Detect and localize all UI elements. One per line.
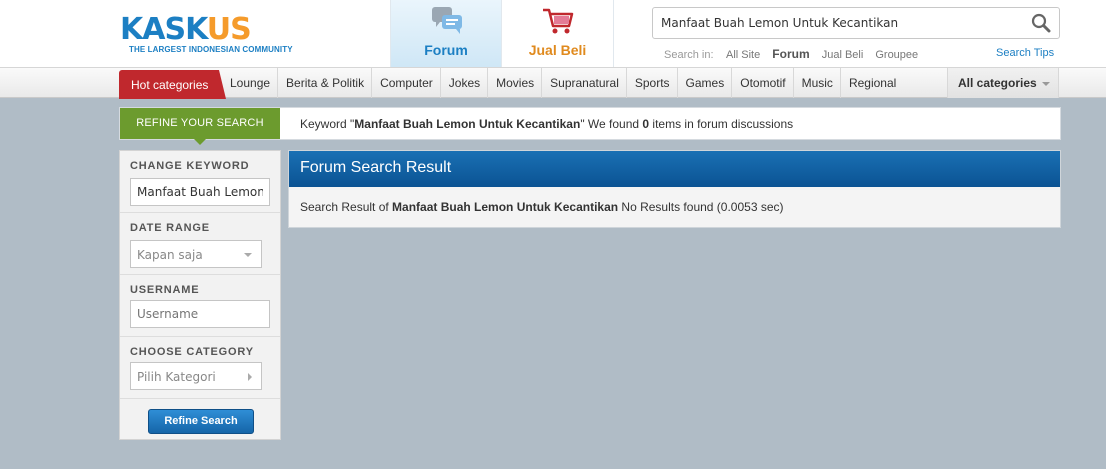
search-scope-all-site[interactable]: All Site [726, 49, 760, 61]
hot-categories-button[interactable]: Hot categories [119, 70, 226, 99]
logo-tagline: THE LARGEST INDONESIAN COMMUNITY [129, 45, 293, 54]
refine-your-search-tag: REFINE YOUR SEARCH [120, 108, 280, 145]
date-range-value: Kapan saja [137, 248, 203, 262]
search-scope-groupee[interactable]: Groupee [875, 49, 918, 61]
result-suffix: No Results found (0.0053 sec) [618, 200, 784, 214]
caret-down-icon [1041, 81, 1050, 86]
search-scope-forum[interactable]: Forum [772, 47, 809, 61]
tab-jual-beli[interactable]: Jual Beli [502, 0, 614, 67]
refine-bar: REFINE YOUR SEARCH Keyword "Manfaat Buah… [119, 107, 1061, 145]
search-input[interactable] [653, 8, 1023, 38]
result-prefix: Search Result of [300, 200, 393, 214]
category-nav: Hot categories Lounge Berita & Politik C… [0, 67, 1106, 99]
kaskus-logo[interactable]: KASKUS THE LARGEST INDONESIAN COMMUNITY [120, 14, 300, 58]
change-keyword-section: CHANGE KEYWORD [120, 151, 280, 213]
category-section: CHOOSE CATEGORY Pilih Kategori [120, 337, 280, 399]
tab-forum[interactable]: Forum [390, 0, 502, 67]
result-message: Search Result of Manfaat Buah Lemon Untu… [300, 200, 784, 214]
tab-forum-label: Forum [424, 42, 468, 58]
nav-item-regional[interactable]: Regional [841, 68, 903, 98]
tab-jual-beli-label: Jual Beli [528, 42, 587, 58]
nav-item-sports[interactable]: Sports [627, 68, 678, 98]
date-range-select[interactable]: Kapan saja [130, 240, 262, 268]
search-in-label: Search in: [664, 49, 714, 61]
search-scope-jual-beli[interactable]: Jual Beli [822, 49, 864, 61]
nav-item-berita-politik[interactable]: Berita & Politik [278, 68, 373, 98]
summary-suffix: items in forum discussions [649, 117, 794, 131]
category-select[interactable]: Pilih Kategori [130, 362, 262, 390]
result-keyword: Manfaat Buah Lemon Untuk Kecantikan [392, 200, 619, 214]
forum-icon [432, 7, 462, 34]
keyword-summary: Keyword "Manfaat Buah Lemon Untuk Kecant… [300, 117, 793, 131]
category-value: Pilih Kategori [137, 370, 216, 384]
chevron-right-icon [248, 373, 252, 381]
nav-item-otomotif[interactable]: Otomotif [732, 68, 794, 98]
nav-item-movies[interactable]: Movies [488, 68, 543, 98]
all-categories-dropdown[interactable]: All categories [947, 68, 1059, 98]
search-tips-link[interactable]: Search Tips [996, 47, 1054, 59]
search-scope: Search in: All Site Forum Jual Beli Grou… [664, 47, 927, 61]
logo-wordmark: KASKUS [120, 12, 252, 47]
result-title: Forum Search Result [289, 151, 1060, 187]
summary-middle: " We found [580, 117, 643, 131]
nav-item-supranatural[interactable]: Supranatural [542, 68, 627, 98]
date-range-section: DATE RANGE Kapan saja [120, 213, 280, 275]
nav-item-lounge[interactable]: Lounge [222, 68, 279, 98]
username-input[interactable] [130, 300, 270, 328]
keyword-input[interactable] [130, 178, 270, 206]
nav-item-music[interactable]: Music [794, 68, 841, 98]
date-range-label: DATE RANGE [130, 222, 210, 234]
summary-keyword: Manfaat Buah Lemon Untuk Kecantikan [354, 117, 581, 131]
search-icon[interactable] [1031, 13, 1051, 33]
forum-search-result-panel: Forum Search Result Search Result of Man… [288, 150, 1061, 228]
shopping-cart-icon [543, 8, 574, 34]
nav-item-games[interactable]: Games [678, 68, 733, 98]
refine-search-button[interactable]: Refine Search [148, 409, 254, 434]
change-keyword-label: CHANGE KEYWORD [130, 160, 250, 172]
refine-sidebar: CHANGE KEYWORD DATE RANGE Kapan saja USE… [119, 150, 281, 440]
all-categories-label: All categories [958, 76, 1037, 90]
username-section: USERNAME [120, 275, 280, 337]
nav-items: Lounge Berita & Politik Computer Jokes M… [222, 68, 903, 98]
username-label: USERNAME [130, 284, 200, 296]
nav-item-computer[interactable]: Computer [372, 68, 441, 98]
chevron-down-icon [244, 253, 252, 257]
search-box [652, 7, 1060, 39]
site-header: KASKUS THE LARGEST INDONESIAN COMMUNITY … [0, 0, 1106, 67]
nav-item-jokes[interactable]: Jokes [441, 68, 489, 98]
choose-category-label: CHOOSE CATEGORY [130, 346, 254, 358]
summary-prefix: Keyword " [300, 117, 355, 131]
